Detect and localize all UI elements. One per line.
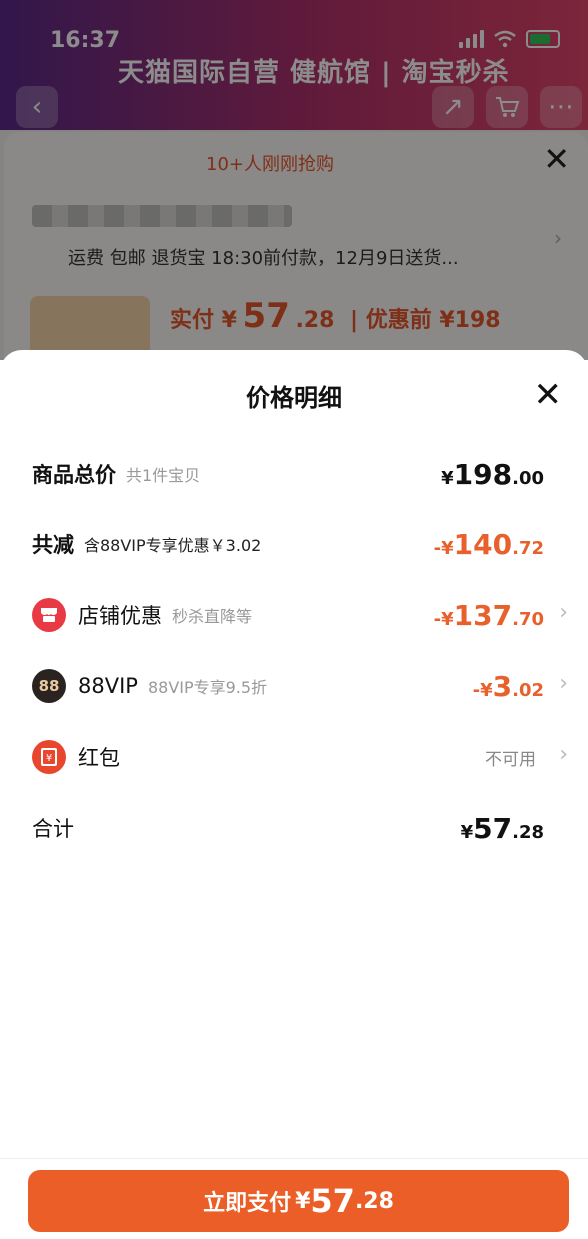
row-sub: 秒杀直降等	[172, 607, 253, 626]
row-value: 不可用	[485, 745, 544, 770]
row-sub: 含88VIP专享优惠￥3.02	[84, 536, 262, 555]
row-value: ¥57.28	[460, 811, 544, 845]
row-value: -¥ 3.02	[472, 669, 544, 703]
svg-text:¥: ¥	[46, 753, 52, 764]
footer-divider	[0, 1158, 588, 1159]
row-value: ¥198.00	[441, 457, 544, 491]
row-sub: 共1件宝贝	[126, 466, 201, 485]
chevron-right-icon: ›	[559, 600, 568, 625]
row-label: 88VIP	[78, 674, 138, 698]
chevron-right-icon: ›	[559, 742, 568, 767]
background-page: 天猫国际自营 健航馆 | 淘宝秒杀 16:37 ‹ ↗ ⋯ 10+人刚刚抢购 ✕…	[0, 0, 588, 360]
store-icon	[32, 598, 66, 632]
row-total: 合计 ¥57.28	[32, 806, 544, 850]
row-label: 店铺优惠	[78, 604, 162, 628]
dim-overlay[interactable]	[0, 0, 588, 360]
red-packet-icon: ¥	[32, 740, 66, 774]
row-store-discount[interactable]: 店铺优惠 秒杀直降等 -¥ 137.70	[32, 593, 544, 637]
row-goods-total: 商品总价 共1件宝贝 ¥198.00	[32, 452, 544, 496]
row-red-packet[interactable]: ¥ 红包 不可用	[32, 735, 544, 779]
close-icon[interactable]: ✕	[534, 378, 563, 412]
row-label: 红包	[78, 746, 120, 770]
pay-button-label: 立即支付	[203, 1191, 292, 1216]
row-total-discount: 共减 含88VIP专享优惠￥3.02 -¥ 140.72	[32, 522, 544, 566]
chevron-right-icon: ›	[559, 671, 568, 696]
row-sub: 88VIP专享9.5折	[147, 678, 268, 697]
row-label: 合计	[32, 817, 74, 841]
row-value: -¥ 140.72	[433, 527, 544, 561]
row-88vip[interactable]: 88 88VIP 88VIP专享9.5折 -¥ 3.02	[32, 664, 544, 708]
row-label: 商品总价	[32, 463, 116, 487]
sheet-title: 价格明细	[246, 384, 342, 412]
vip-88-icon: 88	[32, 669, 66, 703]
unavailable-text: 不可用	[485, 749, 536, 770]
pay-now-button[interactable]: 立即支付 ¥ 57 .28	[28, 1170, 569, 1232]
row-value: -¥ 137.70	[433, 598, 544, 632]
row-label: 共减	[32, 533, 74, 557]
